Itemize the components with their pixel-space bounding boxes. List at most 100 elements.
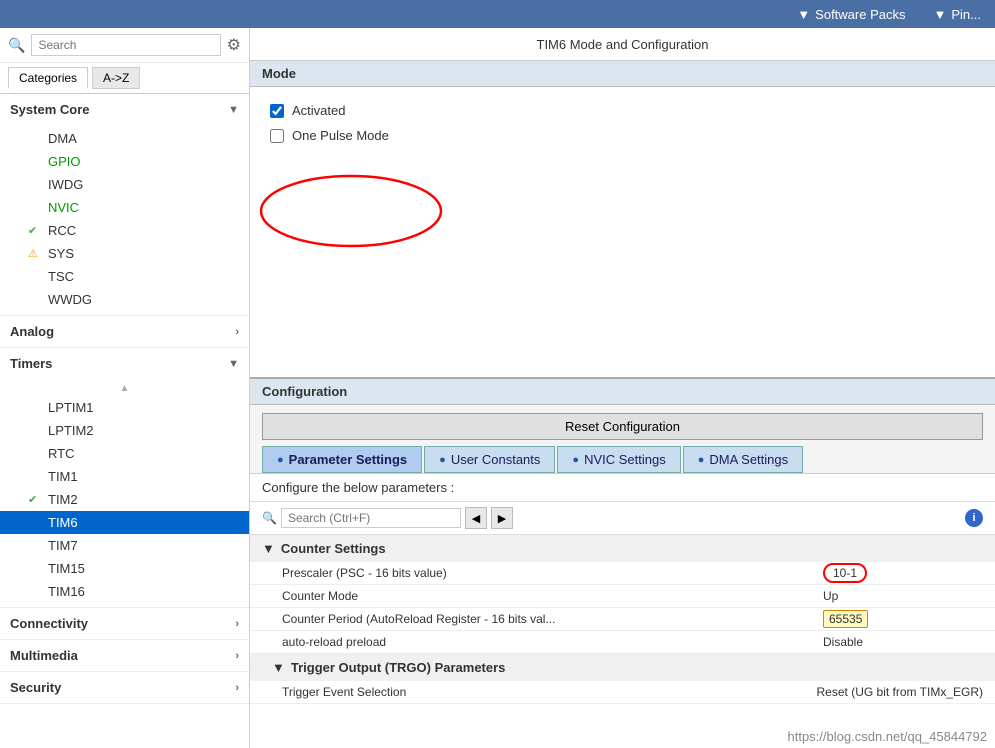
sidebar-item-rtc[interactable]: RTC [0,442,249,465]
tab-parameter-settings[interactable]: ● Parameter Settings [262,446,422,473]
params-table: ▼ Counter Settings Prescaler (PSC - 16 b… [250,535,995,748]
trigger-label: Trigger Output (TRGO) Parameters [291,660,506,675]
tab-dma-settings[interactable]: ● DMA Settings [683,446,803,473]
sidebar-item-tim6[interactable]: TIM6 [0,511,249,534]
chevron-down-icon: ▼ [228,104,239,116]
section-timers-label: Timers [10,356,52,371]
table-row: auto-reload preload Disable [250,631,995,654]
sidebar-item-tim7[interactable]: TIM7 [0,534,249,557]
check-icon: ✔ [28,224,42,237]
system-core-items: DMA GPIO IWDG NVIC ✔ RCC [0,125,249,315]
gear-icon[interactable]: ⚙ [227,35,241,55]
tab-nvic-settings[interactable]: ● NVIC Settings [557,446,680,473]
main-content: TIM6 Mode and Configuration Mode Activat… [250,28,995,748]
tab-user-constants[interactable]: ● User Constants [424,446,555,473]
config-section: Configuration Reset Configuration ● Para… [250,379,995,748]
sidebar-item-nvic[interactable]: NVIC [0,196,249,219]
section-system-core-header[interactable]: System Core ▼ [0,94,249,125]
content-title-bar: TIM6 Mode and Configuration [250,28,995,61]
section-security: Security › [0,672,249,704]
info-button[interactable]: i [965,509,983,527]
section-multimedia-label: Multimedia [10,648,78,663]
circle-icon: ● [439,454,446,466]
sidebar-item-tsc[interactable]: TSC [0,265,249,288]
section-system-core-label: System Core [10,102,89,117]
prescaler-value: 10-1 [823,563,867,583]
sidebar-item-tim16[interactable]: TIM16 [0,580,249,603]
sidebar-item-tim15[interactable]: TIM15 [0,557,249,580]
sidebar-search-input[interactable] [31,34,220,56]
chevron-right-icon: › [235,682,239,694]
mode-section: Mode Activated One Pulse Mode [250,61,995,379]
activated-row: Activated [270,103,975,118]
trigger-group-header: ▼ Trigger Output (TRGO) Parameters [250,654,995,681]
nav-prev-button[interactable]: ◀ [465,507,487,529]
activated-label: Activated [292,103,345,118]
sidebar: 🔍 ⚙ Categories A->Z System Core ▼ DMA GP… [0,28,250,748]
chevron-right-icon: › [235,618,239,630]
counter-settings-header: ▼ Counter Settings [250,535,995,562]
sidebar-item-tim1[interactable]: TIM1 [0,465,249,488]
page-title: TIM6 Mode and Configuration [537,37,709,52]
chevron-right-icon: › [235,326,239,338]
sidebar-item-tim2[interactable]: ✔ TIM2 [0,488,249,511]
chevron-down-icon: ▼ [272,660,285,675]
sidebar-item-iwdg[interactable]: IWDG [0,173,249,196]
pinout-label: Pin... [951,7,981,22]
tab-categories[interactable]: Categories [8,67,88,89]
sidebar-item-lptim1[interactable]: LPTIM1 [0,396,249,419]
watermark: https://blog.csdn.net/qq_45844792 [788,729,988,744]
circle-icon: ● [572,454,579,466]
sidebar-item-lptim2[interactable]: LPTIM2 [0,419,249,442]
sidebar-tabs: Categories A->Z [0,63,249,94]
annotation-oval [256,169,446,249]
chevron-down-icon: ▼ [262,541,275,556]
section-analog-header[interactable]: Analog › [0,316,249,347]
one-pulse-checkbox[interactable] [270,129,284,143]
sidebar-item-rcc[interactable]: ✔ RCC [0,219,249,242]
table-row: Trigger Event Selection Reset (UG bit fr… [250,681,995,704]
section-security-header[interactable]: Security › [0,672,249,703]
mode-section-label: Mode [262,66,296,81]
param-search-input[interactable] [281,508,461,528]
search-icon: 🔍 [8,37,25,54]
sidebar-item-dma[interactable]: DMA [0,127,249,150]
table-row: Counter Period (AutoReload Register - 16… [250,608,995,631]
top-bar: ▼ Software Packs ▼ Pin... [0,0,995,28]
section-connectivity-label: Connectivity [10,616,88,631]
sidebar-search-row: 🔍 ⚙ [0,28,249,63]
sidebar-item-sys[interactable]: ⚠ SYS [0,242,249,265]
pinout-btn[interactable]: ▼ Pin... [920,0,995,28]
tab-atoz[interactable]: A->Z [92,67,140,89]
section-analog-label: Analog [10,324,54,339]
config-section-label: Configuration [262,384,347,399]
counter-settings-label: Counter Settings [281,541,386,556]
nav-next-button[interactable]: ▶ [491,507,513,529]
section-connectivity-header[interactable]: Connectivity › [0,608,249,639]
config-tabs: ● Parameter Settings ● User Constants ● … [250,446,995,474]
search-icon: 🔍 [262,511,277,525]
config-section-header: Configuration [250,379,995,405]
chevron-down-icon: ▼ [228,358,239,370]
section-analog: Analog › [0,316,249,348]
circle-icon: ● [698,454,705,466]
counter-period-value: 65535 [823,610,868,628]
sidebar-item-gpio[interactable]: GPIO [0,150,249,173]
reset-configuration-button[interactable]: Reset Configuration [262,413,983,440]
param-search-row: 🔍 ◀ ▶ i [250,502,995,535]
mode-body: Activated One Pulse Mode [250,87,995,377]
sidebar-item-wwdg[interactable]: WWDG [0,288,249,311]
software-packs-btn[interactable]: ▼ Software Packs [783,0,919,28]
main-layout: 🔍 ⚙ Categories A->Z System Core ▼ DMA GP… [0,28,995,748]
configure-label: Configure the below parameters : [250,474,995,502]
section-multimedia-header[interactable]: Multimedia › [0,640,249,671]
section-timers-header[interactable]: Timers ▼ [0,348,249,379]
one-pulse-label: One Pulse Mode [292,128,389,143]
chevron-down-icon: ▼ [797,7,810,22]
activated-checkbox[interactable] [270,104,284,118]
warning-icon: ⚠ [28,247,42,260]
circle-icon: ● [277,454,284,466]
table-row: Counter Mode Up [250,585,995,608]
chevron-down-icon: ▼ [934,7,947,22]
section-security-label: Security [10,680,61,695]
